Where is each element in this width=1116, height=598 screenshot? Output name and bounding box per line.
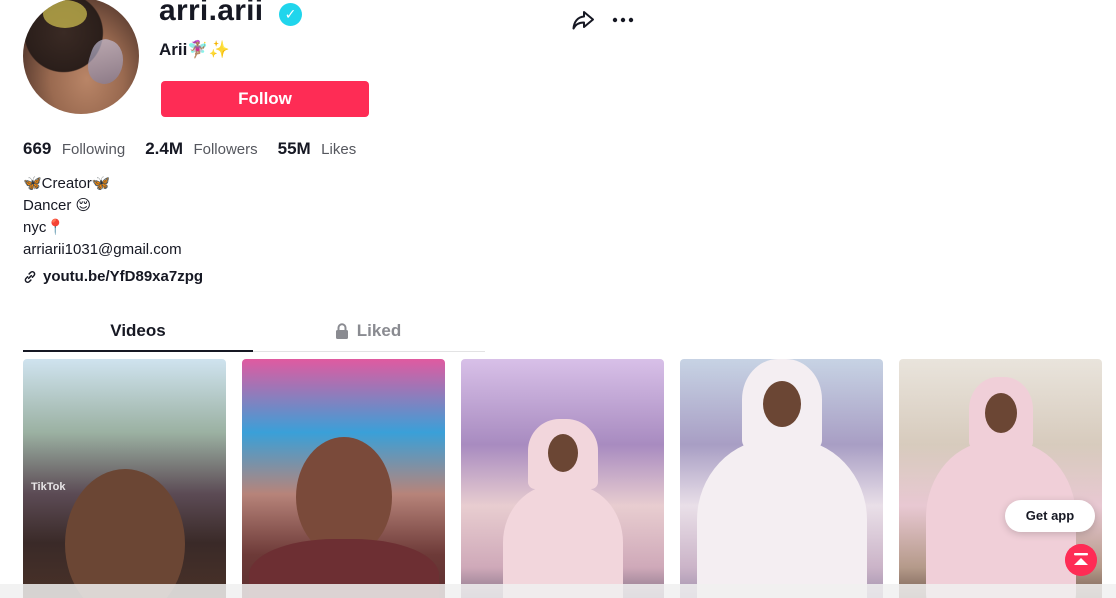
- avatar: [23, 0, 139, 114]
- video-thumbnail[interactable]: [461, 359, 664, 598]
- likes-count: 55M: [277, 139, 311, 158]
- bio-line: nyc📍: [23, 219, 66, 236]
- tab-videos[interactable]: Videos: [23, 318, 253, 344]
- nickname: Arii🧚🏽‍♀️✨: [159, 40, 230, 59]
- following-count: 669: [23, 139, 52, 158]
- likes-label: Likes: [321, 141, 357, 158]
- tab-underline: [23, 350, 253, 352]
- bio-email: arriarii1031@gmail.com: [23, 241, 182, 258]
- get-app-button[interactable]: Get app: [1005, 500, 1095, 532]
- avatar-hair: [43, 0, 87, 28]
- video-subject: [984, 393, 1017, 433]
- username: arri.arii: [159, 0, 264, 27]
- profile-stats: 669 Following 2.4M Followers 55M Likes: [23, 139, 356, 159]
- video-thumbnail[interactable]: [242, 359, 445, 598]
- tiktok-watermark: TikTok: [31, 481, 66, 493]
- scroll-top-icon[interactable]: [1065, 544, 1097, 576]
- following-label: Following: [61, 141, 126, 158]
- following-stat[interactable]: 669 Following: [23, 139, 125, 159]
- more-icon[interactable]: [611, 8, 635, 32]
- share-icon[interactable]: [571, 8, 595, 32]
- follow-button[interactable]: Follow: [161, 81, 369, 117]
- likes-stat: 55M Likes: [278, 139, 357, 159]
- video-subject: [762, 381, 801, 427]
- link-icon: [24, 270, 36, 283]
- video-grid: TikTok: [23, 359, 1102, 598]
- bio-link-text[interactable]: youtu.be/YfD89xa7zpg: [43, 268, 203, 285]
- bio: 🦋Creator🦋 Dancer 😌 nyc📍 arriarii1031@gma…: [23, 173, 182, 261]
- bio-line: Dancer 😌: [23, 197, 92, 214]
- bio-line: 🦋Creator🦋: [23, 175, 111, 192]
- profile-tabs: Videos Liked: [23, 318, 485, 352]
- followers-label: Followers: [193, 141, 258, 158]
- avatar-tattoo: [83, 35, 129, 89]
- followers-stat[interactable]: 2.4M Followers: [145, 139, 257, 159]
- bio-link[interactable]: youtu.be/YfD89xa7zpg: [23, 268, 203, 285]
- lock-icon: [335, 323, 348, 339]
- tab-liked[interactable]: Liked: [253, 318, 483, 344]
- verified-icon: ✓: [279, 3, 302, 26]
- video-subject: [547, 434, 578, 472]
- video-thumbnail[interactable]: TikTok: [23, 359, 226, 598]
- tab-liked-label: Liked: [356, 321, 402, 340]
- video-subject-clothing: [696, 439, 867, 598]
- bottom-bar: [0, 584, 1116, 598]
- video-subject: [64, 469, 185, 598]
- video-subject-clothing: [502, 484, 623, 598]
- video-thumbnail[interactable]: [680, 359, 883, 598]
- followers-count: 2.4M: [145, 139, 183, 158]
